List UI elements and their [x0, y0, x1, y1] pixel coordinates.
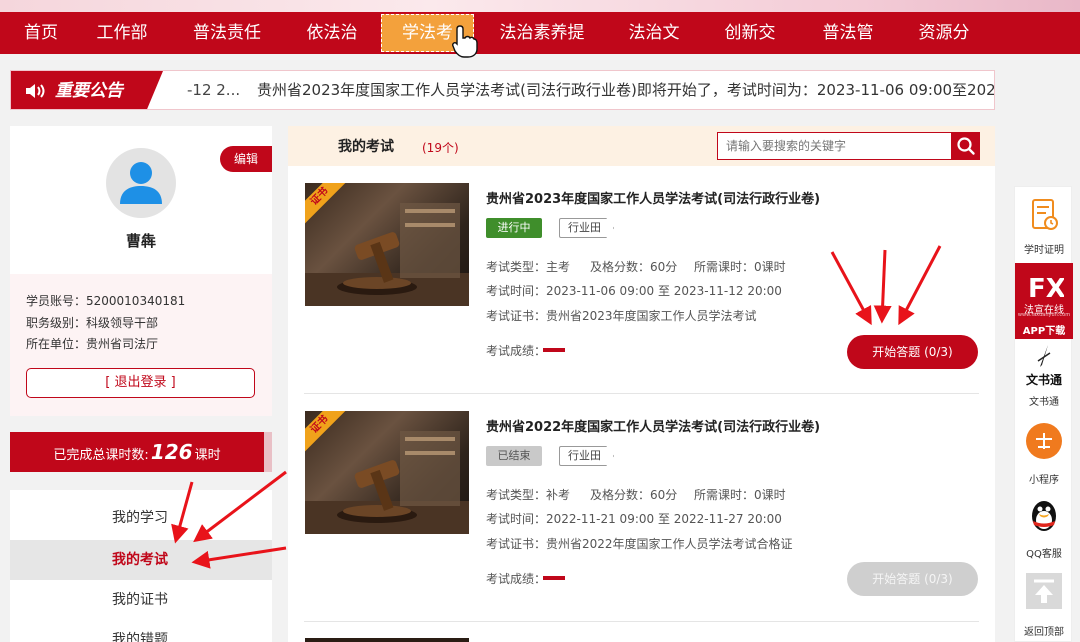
- toolbar-qq-service[interactable]: QQ客服: [1015, 487, 1073, 561]
- exam-time: 考试时间：2023-11-06 09:00 至 2023-11-12 20:00: [486, 284, 782, 298]
- exam-item: 证书 贵州省2023年度国家工作人员学法考试(司法行政行业卷) 进行中 行业田 …: [288, 166, 995, 394]
- toolbar-app-download[interactable]: FX 法宣在线 www.faxuanyun.com APP下载: [1015, 263, 1073, 339]
- exam-certificate: 考试证书：贵州省2023年度国家工作人员学法考试: [486, 309, 757, 323]
- profile-card: 编辑 曹犇 学员账号：5200010340181 职务级别：科级领导干部 所在单…: [10, 126, 272, 416]
- page-title: 我的考试: [338, 139, 394, 155]
- nav-item-resources[interactable]: 资源分: [908, 12, 980, 54]
- divider: [304, 621, 979, 622]
- main-nav: 首页 工作部 普法责任 依法治 学法考 法治素养提 法治文 创新交 普法管 资源…: [0, 12, 1080, 54]
- user-icon: [120, 162, 162, 204]
- toolbar-back-to-top[interactable]: 返回顶部: [1015, 567, 1073, 642]
- exam-count: (19个): [422, 141, 459, 155]
- toolbar-label: APP下载: [1022, 326, 1066, 337]
- gavel-image: [305, 203, 469, 306]
- svg-text:FX: FX: [1028, 274, 1064, 304]
- toolbar-label: 返回顶部: [1024, 627, 1064, 638]
- nav-item-work[interactable]: 工作部: [86, 12, 158, 54]
- exam-thumbnail[interactable]: 证书: [305, 183, 469, 306]
- floating-toolbar: 学时证明 FX 法宣在线 www.faxuanyun.com APP下载 文书通…: [1014, 186, 1073, 642]
- menu-item-my-certificates[interactable]: 我的证书: [10, 580, 272, 620]
- exam-panel: 我的考试 (19个) 证书 贵州省2023年度国家工作人员学法考试: [288, 126, 995, 642]
- toolbar-study-proof[interactable]: 学时证明: [1015, 187, 1073, 263]
- nav-item-management[interactable]: 普法管: [812, 12, 884, 54]
- toolbar-wenshutong-title: 文书通: [1025, 373, 1062, 387]
- exam-type: 考试类型：补考: [486, 488, 571, 502]
- exam-score-empty: [543, 576, 565, 580]
- menu-item-my-mistakes[interactable]: 我的错题: [10, 620, 272, 642]
- completed-hours-bar: 已完成总课时数: 126 课时: [10, 432, 272, 472]
- back-to-top-icon: [1026, 573, 1062, 609]
- toolbar-wenshutong[interactable]: 文书通 文书通: [1015, 339, 1073, 413]
- organization: 所在单位：贵州省司法厅: [26, 337, 159, 351]
- menu-item-my-study[interactable]: 我的学习: [10, 498, 272, 538]
- nav-item-culture[interactable]: 法治文: [618, 12, 690, 54]
- exam-item: 证书 贵州省2022年度国家工作人员学法考试(司法行政行业卷) 已结束 行业田 …: [288, 394, 995, 622]
- nav-item-innovation[interactable]: 创新交: [714, 12, 786, 54]
- exam-certificate: 考试证书：贵州省2022年度国家工作人员学法考试合格证: [486, 537, 793, 551]
- position-level: 职务级别：科级领导干部: [26, 316, 159, 330]
- toolbar-label: QQ客服: [1026, 549, 1062, 560]
- nav-item-home[interactable]: 首页: [10, 12, 72, 54]
- user-name: 曹犇: [125, 232, 156, 250]
- pen-icon: [1037, 345, 1051, 367]
- exam-thumbnail[interactable]: 证书: [305, 411, 469, 534]
- logout-button[interactable]: [ 退出登录 ]: [26, 368, 255, 398]
- toolbar-label: 小程序: [1029, 475, 1059, 486]
- announcement-bar: 重要公告 -12 2... 贵州省2023年度国家工作人员学法考试(司法行政行业…: [10, 70, 995, 110]
- account-number: 学员账号：5200010340181: [26, 294, 186, 308]
- exam-title[interactable]: 贵州省2023年度国家工作人员学法考试(司法行政行业卷): [486, 188, 820, 207]
- edit-profile-button[interactable]: 编辑: [220, 146, 272, 172]
- announcement-date: -12 2...: [187, 81, 241, 99]
- required-hours: 所需课时：0课时: [694, 260, 786, 274]
- toolbar-label: 学时证明: [1024, 245, 1064, 256]
- exam-title[interactable]: 贵州省2022年度国家工作人员学法考试(司法行政行业卷): [486, 416, 820, 435]
- start-exam-button-disabled: 开始答题 (0/3): [847, 562, 978, 596]
- menu-item-my-exams[interactable]: 我的考试: [10, 540, 272, 580]
- mini-program-icon: [1026, 423, 1062, 459]
- announcement-text[interactable]: 贵州省2023年度国家工作人员学法考试(司法行政行业卷)即将开始了，考试时间为：…: [257, 71, 994, 109]
- exam-score-label: 考试成绩：: [486, 572, 547, 586]
- toolbar-label: 文书通: [1029, 397, 1059, 408]
- pass-score: 及格分数：60分: [590, 260, 678, 274]
- hours-suffix: 课时: [194, 448, 221, 463]
- exam-thumbnail-partial: [305, 638, 469, 642]
- search-icon: [957, 137, 975, 155]
- exam-time: 考试时间：2022-11-21 09:00 至 2022-11-27 20:00: [486, 512, 782, 526]
- exam-type: 考试类型：主考: [486, 260, 571, 274]
- status-badge: 已结束: [486, 446, 542, 466]
- exam-panel-header: 我的考试 (19个): [288, 126, 995, 166]
- profile-header: 编辑 曹犇: [10, 126, 272, 274]
- side-menu: 我的学习 我的考试 我的证书 我的错题: [10, 490, 272, 642]
- required-hours: 所需课时：0课时: [694, 488, 786, 502]
- pass-score: 及格分数：60分: [590, 488, 678, 502]
- toolbar-brand-url: www.faxuanyun.com: [1017, 312, 1071, 318]
- hand-cursor-icon: [452, 25, 478, 58]
- speaker-icon: [26, 84, 45, 98]
- nav-item-rule-of-law[interactable]: 依法治: [296, 12, 368, 54]
- status-badge: 进行中: [486, 218, 542, 238]
- hours-value: 126: [150, 440, 193, 464]
- profile-info: 学员账号：5200010340181 职务级别：科级领导干部 所在单位：贵州省司…: [10, 274, 272, 416]
- category-tag: 行业田: [559, 218, 614, 238]
- qq-penguin-icon: [1032, 501, 1056, 531]
- avatar: [106, 148, 176, 218]
- search-button[interactable]: [952, 132, 980, 160]
- search-input[interactable]: [717, 132, 952, 160]
- nav-item-literacy[interactable]: 法治素养提: [488, 12, 596, 54]
- nav-item-responsibility[interactable]: 普法责任: [180, 12, 274, 54]
- start-exam-button[interactable]: 开始答题 (0/3): [847, 335, 978, 369]
- gavel-image: [305, 431, 469, 534]
- exam-score-empty: [543, 348, 565, 352]
- announcement-badge: 重要公告: [11, 71, 163, 109]
- exam-score-label: 考试成绩：: [486, 344, 547, 358]
- toolbar-mini-program[interactable]: 小程序: [1015, 413, 1073, 487]
- top-decor-strip: [0, 0, 1080, 12]
- hours-prefix: 已完成总课时数:: [53, 448, 149, 463]
- certificate-doc-icon: [1032, 199, 1058, 230]
- announcement-badge-label: 重要公告: [55, 81, 123, 101]
- category-tag: 行业田: [559, 446, 614, 466]
